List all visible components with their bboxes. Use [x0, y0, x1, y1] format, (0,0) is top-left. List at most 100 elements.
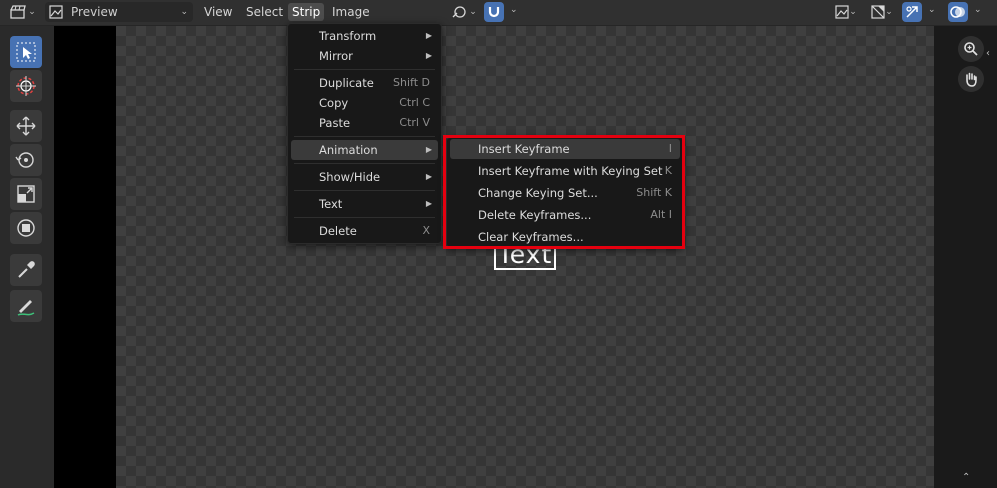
tool-select-box[interactable] [10, 36, 42, 68]
menu-item-label: Paste [319, 116, 351, 130]
tool-sample[interactable] [10, 254, 42, 286]
preview-icon [49, 5, 63, 19]
link-icon [452, 6, 466, 18]
menu-view[interactable]: View [200, 3, 236, 21]
menu-item-change-keying-set[interactable]: Change Keying Set... Shift K [450, 183, 680, 203]
chevron-down-icon: ⌄ [180, 7, 188, 17]
tool-cursor[interactable] [10, 70, 42, 102]
scale-icon [17, 185, 35, 203]
sidebar-expand-icon[interactable]: ‹ [986, 48, 990, 59]
submenu-arrow-icon: ▶ [425, 145, 432, 154]
annotate-icon [17, 300, 35, 316]
menu-strip[interactable]: Strip [288, 3, 325, 21]
editor-type-selector[interactable]: ⌄ [8, 2, 38, 22]
menu-item-label: Transform [319, 29, 377, 43]
menu-item-clear-keyframes[interactable]: Clear Keyframes... [450, 227, 680, 247]
overlay-options-chevron[interactable]: ⌄ [974, 5, 982, 15]
menu-item-delete[interactable]: Delete X [291, 221, 438, 241]
menu-item-label: Clear Keyframes... [478, 230, 584, 244]
menu-item-transform[interactable]: Transform ▶ [291, 26, 438, 46]
menu-item-label: Mirror [319, 49, 353, 63]
display-channel-icon [835, 5, 849, 19]
menu-item-label: Insert Keyframe with Keying Set [478, 164, 663, 178]
gizmo-options-chevron[interactable]: ⌄ [928, 5, 936, 15]
clapperboard-icon [10, 5, 27, 19]
menu-item-label: Duplicate [319, 76, 374, 90]
menu-item-label: Text [319, 197, 343, 211]
animation-submenu: Insert Keyframe I Insert Keyframe with K… [446, 137, 684, 248]
transform-icon [17, 219, 35, 237]
menu-item-shortcut: X [422, 224, 430, 237]
chevron-up-icon[interactable]: ⌃ [962, 472, 970, 483]
strip-menu: Transform ▶ Mirror ▶ Duplicate Shift D C… [287, 23, 442, 244]
magnet-icon [488, 7, 500, 18]
editor-header: ⌄ Preview ⌄ View Select Strip Image ⌄ ⌄ … [0, 0, 997, 26]
menu-item-shortcut: I [668, 142, 672, 155]
menu-item-mirror[interactable]: Mirror ▶ [291, 46, 438, 66]
menu-item-shortcut: Shift K [636, 186, 672, 199]
menu-image[interactable]: Image [328, 3, 374, 21]
overlay-toggle[interactable] [948, 2, 968, 22]
pivot-selector[interactable]: ⌄ [449, 2, 479, 22]
tool-move[interactable] [10, 110, 42, 142]
select-box-icon [16, 42, 36, 62]
menu-item-label: Delete Keyframes... [478, 208, 592, 222]
menu-item-delete-keyframes[interactable]: Delete Keyframes... Alt I [450, 205, 680, 225]
menu-separator [294, 136, 435, 137]
menu-item-insert-keyframe[interactable]: Insert Keyframe I [450, 139, 680, 159]
menu-item-shortcut: Shift D [393, 76, 430, 89]
display-channel-selector[interactable]: ⌄ [832, 2, 860, 22]
hand-icon [966, 72, 977, 87]
gizmo-icon [906, 6, 918, 18]
menu-select[interactable]: Select [242, 3, 287, 21]
tool-annotate[interactable] [10, 290, 42, 322]
tool-transform[interactable] [10, 212, 42, 244]
zoom-button[interactable] [958, 36, 984, 62]
submenu-arrow-icon: ▶ [425, 51, 432, 60]
image-display-selector[interactable]: ⌄ [868, 2, 896, 22]
menu-item-show-hide[interactable]: Show/Hide ▶ [291, 167, 438, 187]
overlay-icon [950, 6, 965, 18]
snap-options-chevron[interactable]: ⌄ [510, 5, 518, 15]
viewport-right-margin: ‹ ⌃ [934, 26, 997, 488]
menu-separator [294, 163, 435, 164]
menu-item-insert-keyframe-keying-set[interactable]: Insert Keyframe with Keying Set K [450, 161, 680, 181]
image-icon [871, 5, 885, 19]
tool-shelf [0, 26, 54, 488]
chevron-down-icon: ⌄ [885, 7, 893, 17]
menu-item-label: Copy [319, 96, 349, 110]
view-mode-dropdown[interactable]: Preview ⌄ [45, 2, 193, 22]
move-icon [16, 116, 36, 136]
pan-button[interactable] [958, 66, 984, 92]
snap-toggle[interactable] [484, 2, 504, 22]
menu-item-text[interactable]: Text ▶ [291, 194, 438, 214]
menu-item-label: Animation [319, 143, 378, 157]
submenu-arrow-icon: ▶ [425, 31, 432, 40]
menu-item-label: Change Keying Set... [478, 186, 598, 200]
gizmo-toggle[interactable] [902, 2, 922, 22]
tool-scale[interactable] [10, 178, 42, 210]
submenu-arrow-icon: ▶ [425, 172, 432, 181]
sample-icon [18, 261, 35, 278]
menu-item-animation[interactable]: Animation ▶ [291, 140, 438, 160]
menu-item-label: Show/Hide [319, 170, 381, 184]
menu-separator [294, 190, 435, 191]
rotate-icon [15, 152, 34, 168]
menu-item-shortcut: Ctrl V [399, 116, 430, 129]
menu-item-copy[interactable]: Copy Ctrl C [291, 93, 438, 113]
menu-item-paste[interactable]: Paste Ctrl V [291, 113, 438, 133]
menu-item-label: Delete [319, 224, 357, 238]
menu-item-shortcut: K [664, 164, 672, 177]
menu-item-shortcut: Alt I [650, 208, 672, 221]
chevron-down-icon: ⌄ [849, 7, 857, 17]
view-mode-value: Preview [71, 5, 118, 19]
chevron-down-icon: ⌄ [469, 7, 477, 17]
menu-separator [294, 217, 435, 218]
cursor-icon [16, 76, 36, 96]
menu-separator [294, 69, 435, 70]
menu-item-duplicate[interactable]: Duplicate Shift D [291, 73, 438, 93]
menu-item-shortcut: Ctrl C [399, 96, 430, 109]
chevron-down-icon: ⌄ [28, 7, 36, 17]
tool-rotate[interactable] [10, 144, 42, 176]
submenu-arrow-icon: ▶ [425, 199, 432, 208]
